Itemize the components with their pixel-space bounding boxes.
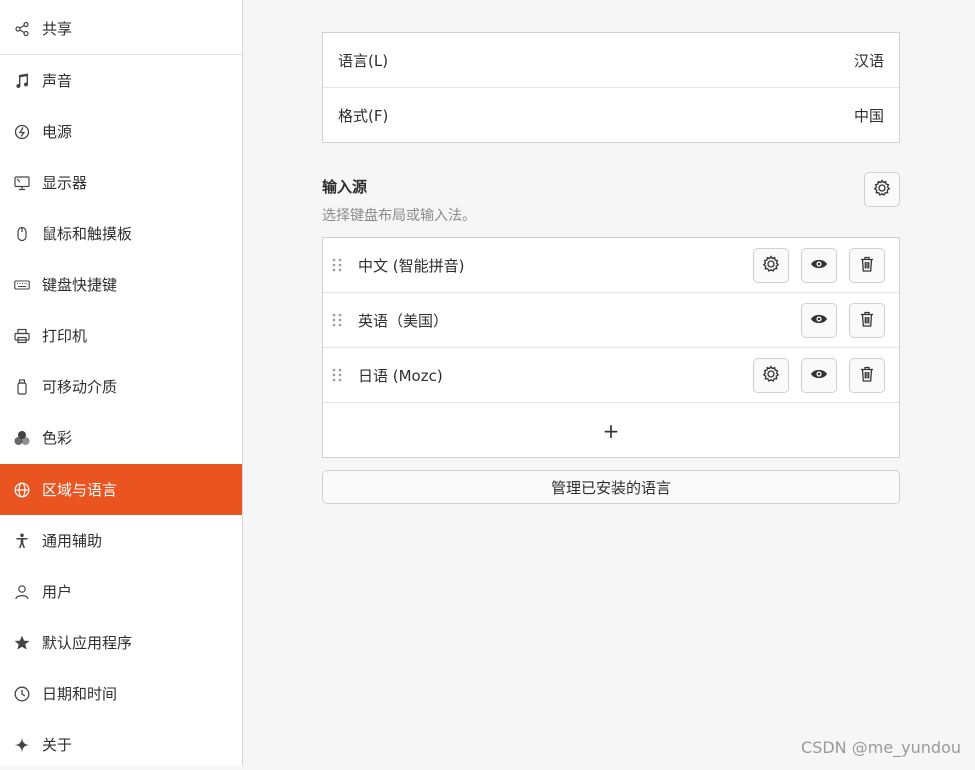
power-icon: [14, 124, 30, 140]
printer-icon: [14, 328, 30, 344]
sidebar-item-label: 色彩: [42, 429, 73, 447]
input-source-remove-button[interactable]: [849, 303, 885, 338]
input-source-label: 英语（美国）: [358, 311, 449, 330]
sidebar-item-region-language[interactable]: 区域与语言: [0, 464, 242, 515]
gear-icon: [762, 364, 780, 387]
add-icon: +: [602, 418, 620, 443]
list-item[interactable]: 日语 (Mozc): [323, 348, 899, 403]
sidebar: 共享 声音 电源 显示器 鼠标和触摸板 键盘快捷键 打印机 可移动介质 色彩 区…: [0, 0, 243, 766]
share-icon: [14, 21, 30, 37]
eye-icon: [810, 255, 828, 277]
sidebar-item-printers[interactable]: 打印机: [0, 310, 242, 361]
sidebar-item-removable-media[interactable]: 可移动介质: [0, 361, 242, 412]
eye-icon: [810, 365, 828, 387]
removable-media-icon: [14, 378, 30, 395]
sidebar-item-label: 日期和时间: [42, 685, 118, 703]
language-label: 语言(L): [338, 51, 389, 70]
sidebar-item-label: 电源: [42, 123, 73, 141]
language-value: 汉语: [853, 51, 884, 70]
users-icon: [14, 584, 30, 600]
input-source-remove-button[interactable]: [849, 248, 885, 283]
sidebar-item-label: 默认应用程序: [42, 634, 133, 652]
input-source-settings-button[interactable]: [753, 358, 789, 393]
sidebar-item-date-time[interactable]: 日期和时间: [0, 668, 242, 719]
sidebar-item-keyboard-shortcuts[interactable]: 键盘快捷键: [0, 259, 242, 310]
sidebar-item-color[interactable]: 色彩: [0, 412, 242, 463]
sidebar-item-label: 鼠标和触摸板: [42, 225, 133, 243]
globe-icon: [14, 482, 30, 498]
sidebar-item-label: 打印机: [42, 327, 88, 345]
list-item[interactable]: 中文 (智能拼音): [323, 238, 899, 293]
gear-icon: [762, 254, 780, 277]
color-icon: [14, 430, 30, 446]
sidebar-item-label: 共享: [42, 20, 73, 38]
format-row[interactable]: 格式(F) 中国: [323, 88, 899, 143]
trash-icon: [858, 310, 876, 332]
input-source-preview-button[interactable]: [801, 248, 837, 283]
sidebar-item-users[interactable]: 用户: [0, 566, 242, 617]
format-label: 格式(F): [338, 107, 389, 125]
input-sources-settings-button[interactable]: [864, 172, 900, 207]
sidebar-item-label: 声音: [42, 72, 73, 90]
input-sources-title: 输入源: [322, 178, 368, 196]
drag-handle-icon[interactable]: [332, 258, 342, 272]
sidebar-item-accessibility[interactable]: 通用辅助: [0, 515, 242, 566]
music-note-icon: [14, 73, 30, 89]
sidebar-item-label: 通用辅助: [42, 532, 103, 550]
input-source-label: 中文 (智能拼音): [358, 256, 465, 275]
list-item[interactable]: 英语（美国）: [323, 293, 899, 348]
input-source-preview-button[interactable]: [801, 303, 837, 338]
mouse-icon: [14, 226, 30, 242]
clock-icon: [14, 686, 30, 702]
language-row[interactable]: 语言(L) 汉语: [323, 33, 899, 88]
sidebar-item-label: 键盘快捷键: [42, 276, 118, 294]
sidebar-item-label: 显示器: [42, 174, 88, 192]
sparkle-icon: [14, 737, 30, 753]
watermark: CSDN @me_yundou: [801, 738, 961, 757]
format-value: 中国: [853, 107, 884, 125]
sidebar-item-share[interactable]: 共享: [0, 3, 242, 55]
sidebar-item-label: 可移动介质: [42, 378, 118, 396]
sidebar-item-about[interactable]: 关于: [0, 719, 242, 770]
trash-icon: [858, 365, 876, 387]
accessibility-icon: [14, 533, 30, 549]
sidebar-item-display[interactable]: 显示器: [0, 157, 242, 208]
input-source-label: 日语 (Mozc): [358, 366, 443, 385]
manage-installed-languages-label: 管理已安装的语言: [550, 478, 671, 497]
add-input-source-button[interactable]: +: [323, 403, 899, 458]
keyboard-icon: [14, 277, 30, 293]
language-format-box: 语言(L) 汉语 格式(F) 中国: [322, 32, 900, 143]
sidebar-item-power[interactable]: 电源: [0, 106, 242, 157]
star-icon: [14, 635, 30, 651]
sidebar-item-label: 用户: [42, 583, 73, 601]
sidebar-item-default-apps[interactable]: 默认应用程序: [0, 617, 242, 668]
gear-icon: [873, 178, 891, 201]
sidebar-item-label: 关于: [42, 736, 73, 754]
input-source-settings-button[interactable]: [753, 248, 789, 283]
input-sources-subtitle: 选择键盘布局或输入法。: [322, 208, 476, 224]
input-source-preview-button[interactable]: [801, 358, 837, 393]
sidebar-item-sound[interactable]: 声音: [0, 55, 242, 106]
input-source-remove-button[interactable]: [849, 358, 885, 393]
drag-handle-icon[interactable]: [332, 313, 342, 327]
input-sources-list: 中文 (智能拼音) 英语（美国） 日语 (Mozc) +: [322, 237, 900, 458]
eye-icon: [810, 310, 828, 332]
sidebar-item-mouse-touchpad[interactable]: 鼠标和触摸板: [0, 208, 242, 259]
sidebar-item-label: 区域与语言: [42, 481, 118, 499]
trash-icon: [858, 255, 876, 277]
main-panel: 语言(L) 汉语 格式(F) 中国 输入源 选择键盘布局或输入法。 中文 (智能…: [243, 0, 975, 766]
drag-handle-icon[interactable]: [332, 368, 342, 382]
manage-installed-languages-button[interactable]: 管理已安装的语言: [322, 470, 900, 504]
display-icon: [14, 175, 30, 191]
